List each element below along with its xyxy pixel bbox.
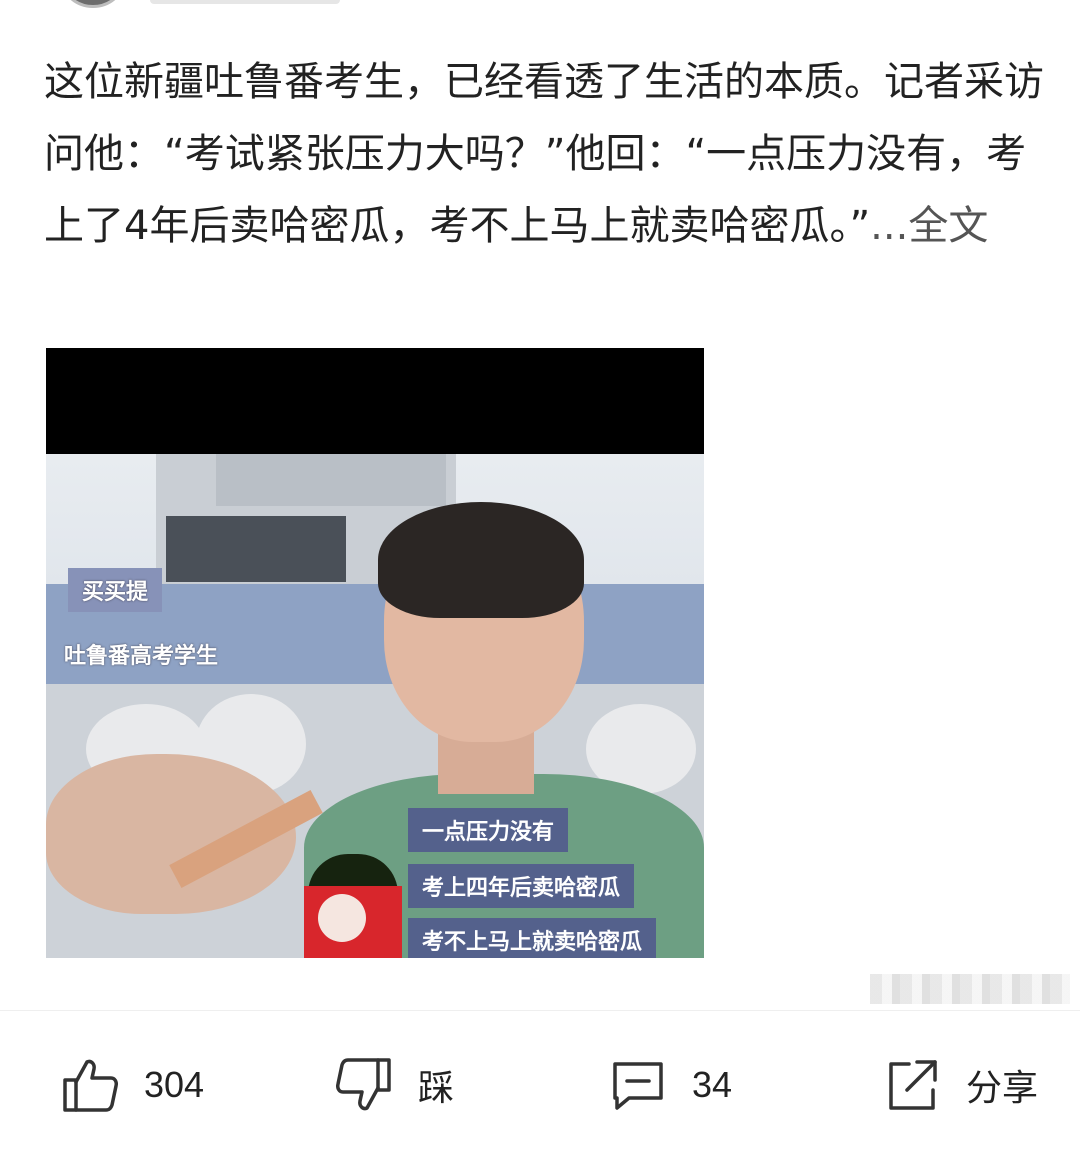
author-name[interactable] — [150, 0, 340, 4]
post-image[interactable]: 买买提 吐鲁番高考学生 一点压力没有 考上四年后卖哈密瓜 考不上马上就卖哈密瓜 — [46, 348, 704, 958]
thumbs-up-icon — [60, 1055, 120, 1115]
like-button[interactable]: 304 — [60, 1040, 204, 1130]
microphone-logo — [318, 894, 366, 942]
subtitle-line-3: 考不上马上就卖哈密瓜 — [408, 918, 657, 958]
interview-photo: 买买提 吐鲁番高考学生 一点压力没有 考上四年后卖哈密瓜 考不上马上就卖哈密瓜 — [46, 454, 704, 958]
dislike-label: 踩 — [418, 1067, 455, 1108]
stadium-roof — [216, 454, 446, 506]
image-black-bar — [46, 348, 704, 454]
comment-icon — [608, 1055, 668, 1115]
dislike-button[interactable]: 踩 — [334, 1040, 454, 1130]
subtitle-line-1: 一点压力没有 — [408, 808, 569, 852]
student-hair — [378, 502, 584, 618]
post-text: 这位新疆吐鲁番考生，已经看透了生活的本质。记者采访问他：“考试紧张压力大吗？”他… — [44, 46, 1044, 262]
thumbs-down-icon — [334, 1055, 394, 1115]
subtitle-line-2: 考上四年后卖哈密瓜 — [408, 864, 635, 908]
comment-button[interactable]: 34 — [608, 1040, 732, 1130]
divider — [0, 1010, 1080, 1011]
like-count: 304 — [144, 1064, 205, 1105]
share-button[interactable]: 分享 — [882, 1040, 1038, 1130]
avatar[interactable] — [58, 0, 128, 8]
blurred-watermark — [870, 974, 1070, 1004]
action-bar: 304 踩 34 分享 — [0, 1040, 1080, 1130]
share-label: 分享 — [966, 1067, 1039, 1108]
share-icon — [882, 1055, 942, 1115]
description-tag: 吐鲁番高考学生 — [64, 644, 219, 669]
comment-count: 34 — [692, 1064, 733, 1105]
stadium-window — [166, 516, 346, 582]
name-tag: 买买提 — [68, 568, 163, 612]
full-text-link[interactable]: ...全文 — [870, 203, 988, 249]
author-header — [0, 0, 1080, 14]
